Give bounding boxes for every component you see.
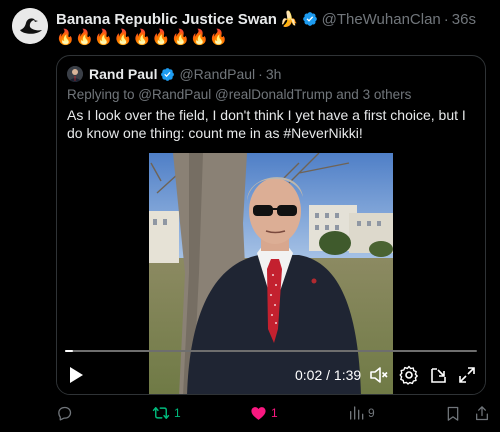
retweet-button[interactable]: 1 — [152, 403, 181, 423]
bookmark-button[interactable] — [445, 403, 461, 423]
banana-emoji: 🍌 — [279, 11, 299, 28]
video-progress-bar[interactable] — [65, 350, 477, 352]
bookmark-icon — [447, 406, 459, 421]
timestamp[interactable]: 36s — [452, 11, 476, 28]
author-handle[interactable]: @TheWuhanClan — [322, 11, 441, 28]
author-name[interactable]: Banana Republic Justice Swan — [56, 11, 277, 28]
reply-button[interactable] — [56, 403, 77, 423]
heart-icon — [251, 406, 266, 420]
video-player[interactable]: 0:02 / 1:39 — [57, 153, 485, 394]
share-icon — [476, 405, 488, 420]
quoted-timestamp: 3h — [265, 66, 282, 82]
replying-to: Replying to @RandPaul @realDonaldTrump a… — [67, 87, 412, 102]
retweet-icon — [152, 407, 170, 419]
tweet-actions: 1 1 9 — [56, 403, 492, 423]
mute-icon[interactable] — [369, 365, 389, 385]
retweet-count: 1 — [174, 406, 181, 420]
person-avatar-icon — [67, 66, 83, 82]
play-icon[interactable] — [67, 366, 85, 384]
author-avatar[interactable] — [12, 8, 48, 44]
video-frame — [149, 153, 393, 394]
reply-icon — [58, 406, 72, 421]
verified-badge-icon — [302, 11, 318, 27]
tweet[interactable]: Banana Republic Justice Swan 🍌 @TheWuhan… — [0, 0, 500, 432]
share-button[interactable] — [474, 403, 490, 423]
video-progress-fill — [65, 350, 74, 352]
quoted-author-avatar — [67, 66, 83, 82]
tweet-text: 🔥🔥🔥🔥🔥🔥🔥🔥🔥 — [56, 29, 229, 46]
quoted-author-name: Rand Paul — [89, 66, 158, 82]
quoted-author-handle: @RandPaul — [179, 66, 256, 82]
quoted-tweet-header: Rand Paul @RandPaul · 3h — [67, 65, 281, 83]
quoted-tweet[interactable]: Rand Paul @RandPaul · 3h Replying to @Ra… — [56, 55, 486, 395]
video-time: 0:02 / 1:39 — [295, 367, 362, 383]
separator-dot: · — [258, 66, 263, 82]
settings-gear-icon[interactable] — [399, 365, 419, 385]
like-button[interactable]: 1 — [250, 403, 278, 423]
tweet-header: Banana Republic Justice Swan 🍌 @TheWuhan… — [56, 9, 492, 29]
views-button[interactable]: 9 — [348, 403, 375, 423]
swan-avatar-icon — [12, 8, 48, 44]
popout-icon[interactable] — [429, 365, 449, 385]
separator-dot: · — [443, 10, 449, 28]
quoted-tweet-text: As I look over the field, I don't think … — [67, 107, 466, 141]
view-count: 9 — [368, 406, 375, 420]
verified-badge-icon — [160, 67, 175, 82]
views-icon — [350, 406, 364, 420]
like-count: 1 — [271, 406, 278, 420]
fullscreen-icon[interactable] — [457, 365, 477, 385]
